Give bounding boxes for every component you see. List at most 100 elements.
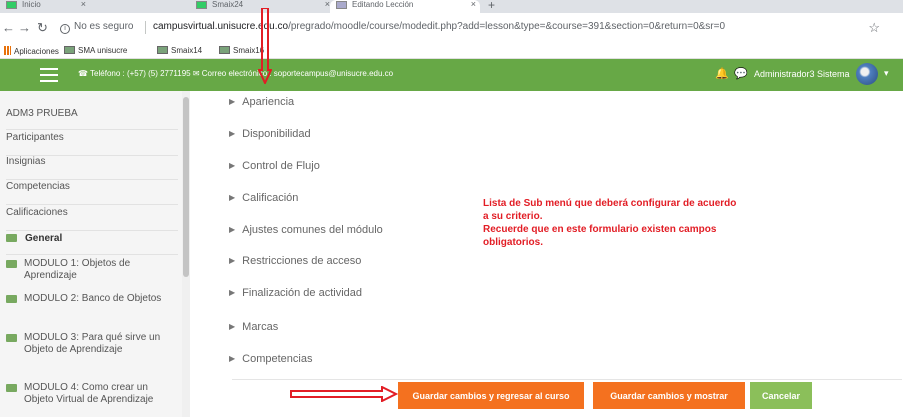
sidebar-item-label: General: [25, 233, 63, 244]
section-ajustes-comunes[interactable]: ▶ Ajustes comunes del módulo: [229, 224, 383, 236]
instruction-note-line: Recuerde que en este formulario existen …: [483, 224, 717, 235]
folder-icon: [6, 260, 17, 268]
section-control-flujo[interactable]: ▶ Control de Flujo: [229, 160, 320, 172]
sidebar-item-grades[interactable]: Calificaciones: [6, 207, 178, 231]
sidebar-item-label: Insignias: [6, 156, 46, 167]
instruction-note-line: Lista de Sub menú que deberá configurar …: [483, 198, 737, 209]
browser-tab-strip: Inicio × Smaix24 × Editando Lección × +: [0, 0, 903, 13]
section-label: Ajustes comunes del módulo: [242, 224, 383, 236]
sidebar-item-label: Participantes: [6, 132, 64, 143]
section-competencias[interactable]: ▶ Competencias: [229, 353, 312, 365]
forward-arrow-icon[interactable]: →: [18, 20, 31, 35]
scrollbar-thumb[interactable]: [183, 97, 189, 277]
bookmark-item[interactable]: SMA unisucre: [64, 46, 127, 55]
instruction-note-line: obligatorios.: [483, 237, 543, 248]
sidebar-module-3[interactable]: MODULO 3: Para qué sirve un Objeto de Ap…: [6, 332, 178, 356]
section-label: Finalización de actividad: [242, 287, 363, 299]
caret-right-icon: ▶: [229, 225, 236, 234]
annotation-arrow-down-icon: [258, 8, 272, 84]
browser-tab-active[interactable]: Editando Lección ×: [330, 0, 480, 13]
section-calificacion[interactable]: ▶ Calificación: [229, 192, 298, 204]
bookmark-star-icon[interactable]: ☆: [868, 20, 880, 36]
sidebar-item-label: Calificaciones: [6, 207, 68, 218]
sidebar-item-badges[interactable]: Insignias: [6, 156, 178, 180]
caret-right-icon: ▶: [229, 354, 236, 363]
close-tab-icon[interactable]: ×: [471, 0, 476, 9]
url-text[interactable]: campusvirtual.unisucre.edu.co/pregrado/m…: [153, 21, 725, 32]
sidebar-module-1[interactable]: MODULO 1: Objetos de Aprendizaje: [6, 258, 178, 282]
bookmarks-bar: Aplicaciones SMA unisucre Smaix14 Smaix1…: [0, 43, 903, 59]
sidebar-item-participants[interactable]: Participantes: [6, 132, 178, 156]
caret-right-icon: ▶: [229, 161, 236, 170]
cancel-button[interactable]: Cancelar: [750, 382, 812, 409]
section-restricciones[interactable]: ▶ Restricciones de acceso: [229, 255, 361, 267]
bookmark-label: Aplicaciones: [14, 47, 59, 56]
browser-tab[interactable]: Inicio ×: [0, 0, 90, 13]
tab-favicon-icon: [6, 1, 17, 9]
omnibox-separator: [145, 21, 146, 34]
sidebar-item-label: ADM3 PRUEBA: [6, 108, 78, 119]
tab-favicon-icon: [336, 1, 347, 9]
sidebar-item-course[interactable]: ADM3 PRUEBA: [6, 108, 178, 130]
folder-icon: [6, 234, 17, 242]
folder-icon: [6, 384, 17, 392]
tab-label: Smaix24: [212, 0, 244, 9]
sidebar-module-label: MODULO 2: Banco de Objetos: [24, 293, 162, 304]
sidebar-module-2[interactable]: MODULO 2: Banco de Objetos: [6, 293, 178, 305]
caret-right-icon: ▶: [229, 322, 236, 331]
bookmark-label: Smaix14: [171, 46, 203, 55]
back-arrow-icon[interactable]: ←: [2, 20, 15, 35]
notifications-bell-icon[interactable]: 🔔: [715, 67, 729, 80]
user-name[interactable]: Administrador3 Sistema: [754, 69, 850, 79]
save-and-return-button[interactable]: Guardar cambios y regresar al curso: [398, 382, 584, 409]
sidebar-item-competencies[interactable]: Competencias: [6, 181, 178, 205]
caret-right-icon: ▶: [229, 129, 236, 138]
sidebar-module-4[interactable]: MODULO 4: Como crear un Objeto Virtual d…: [6, 382, 178, 406]
caret-right-icon: ▶: [229, 193, 236, 202]
instruction-note-line: a su criterio.: [483, 211, 543, 222]
bookmark-icon: [219, 46, 230, 54]
caret-right-icon: ▶: [229, 97, 236, 106]
caret-right-icon: ▶: [229, 256, 236, 265]
bookmark-icon: [64, 46, 75, 54]
reload-icon[interactable]: ↻: [37, 20, 48, 36]
save-and-show-button[interactable]: Guardar cambios y mostrar: [593, 382, 745, 409]
folder-icon: [6, 334, 17, 342]
bookmark-apps[interactable]: Aplicaciones: [4, 46, 59, 56]
section-label: Apariencia: [242, 96, 295, 108]
section-label: Control de Flujo: [242, 160, 320, 172]
section-label: Disponibilidad: [242, 128, 311, 140]
annotation-arrow-right-icon: [290, 386, 398, 402]
new-tab-icon[interactable]: +: [488, 0, 495, 12]
messages-chat-icon[interactable]: 💬: [734, 67, 748, 80]
bookmark-label: SMA unisucre: [78, 46, 128, 55]
menu-hamburger-icon[interactable]: [40, 68, 58, 82]
contact-info: ☎ Teléfono : (+57) (5) 2771195 ✉ Correo …: [78, 69, 394, 78]
section-apariencia[interactable]: ▶ Apariencia: [229, 96, 294, 108]
address-bar-row: ← → ↻ i No es seguro campusvirtual.unisuc…: [0, 13, 903, 43]
section-label: Marcas: [242, 321, 279, 333]
sidebar-module-label: MODULO 1: Objetos de Aprendizaje: [24, 258, 131, 281]
section-label: Restricciones de acceso: [242, 255, 362, 267]
secure-label: No es seguro: [74, 21, 134, 32]
tab-label: Inicio: [22, 0, 41, 9]
bookmark-icon: [157, 46, 168, 54]
sidebar-module-label: MODULO 3: Para qué sirve un Objeto de Ap…: [24, 332, 161, 355]
section-disponibilidad[interactable]: ▶ Disponibilidad: [229, 128, 311, 140]
bookmark-item[interactable]: Smaix14: [157, 46, 202, 55]
url-path: /pregrado/moodle/course/modedit.php?add=…: [288, 21, 726, 32]
section-finalizacion[interactable]: ▶ Finalización de actividad: [229, 287, 362, 299]
close-tab-icon[interactable]: ×: [81, 0, 86, 9]
section-marcas[interactable]: ▶ Marcas: [229, 321, 278, 333]
omnibox[interactable]: i No es seguro campusvirtual.unisucre.edu…: [60, 18, 880, 39]
info-icon: i: [60, 24, 70, 34]
chevron-down-icon[interactable]: ▾: [884, 68, 889, 79]
main-content: ▶ Apariencia ▶ Disponibilidad ▶ Control de …: [191, 91, 903, 417]
apps-icon: [4, 46, 11, 55]
sidebar-item-general[interactable]: General: [6, 233, 178, 255]
security-indicator[interactable]: i No es seguro: [60, 21, 133, 34]
avatar[interactable]: [856, 63, 878, 85]
sidebar-item-label: Competencias: [6, 181, 70, 192]
form-divider: [232, 379, 902, 380]
sidebar-scrollbar[interactable]: [182, 91, 190, 417]
